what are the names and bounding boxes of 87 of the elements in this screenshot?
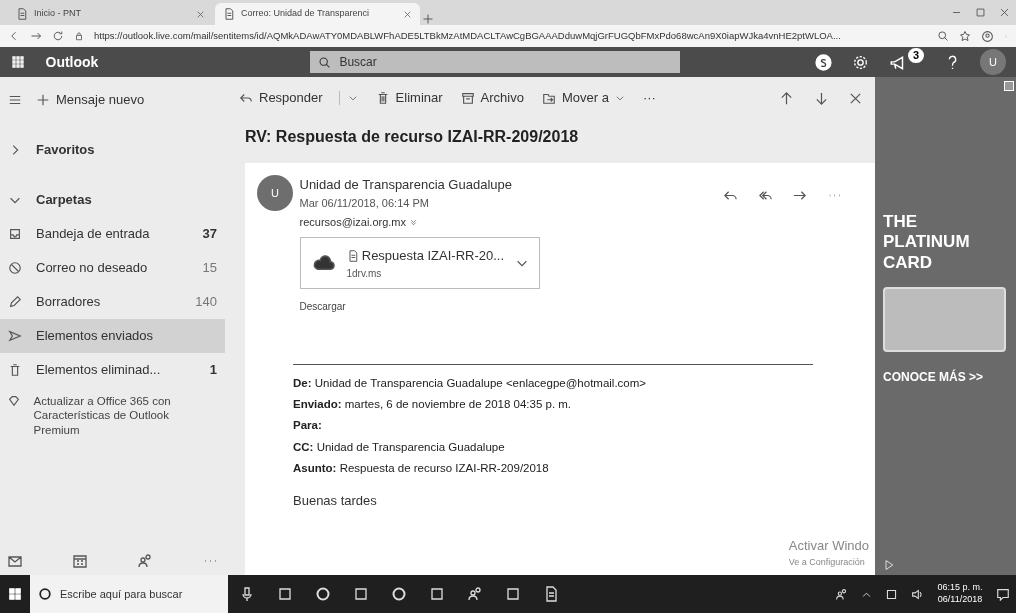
folder-item[interactable]: Bandeja de entrada 37 bbox=[0, 217, 225, 251]
app-launcher-icon[interactable] bbox=[10, 54, 26, 70]
send-icon bbox=[8, 329, 22, 343]
toolbar-button[interactable]: Eliminar bbox=[373, 86, 445, 110]
notification-badge: 3 bbox=[907, 48, 924, 64]
attachment-card[interactable]: Respuesta IZAI-RR-20... 1drv.ms bbox=[299, 237, 540, 290]
recipient-address: recursos@izai.org.mx bbox=[299, 215, 407, 231]
page-icon bbox=[16, 8, 28, 20]
header-line: CC: Unidad de Transparencia Guadalupe bbox=[293, 439, 506, 455]
download-link[interactable]: Descargar bbox=[299, 299, 346, 315]
folder-group-toggle[interactable]: Favoritos bbox=[0, 133, 225, 167]
header-line: Enviado: martes, 6 de noviembre de 2018 04:35 p. m. bbox=[293, 397, 573, 412]
refresh-icon[interactable] bbox=[52, 30, 64, 42]
message-subject: RV: Respuesta de recurso IZAI-RR-209/2018 bbox=[244, 127, 580, 147]
volume-icon[interactable] bbox=[911, 587, 925, 601]
browser-tab[interactable]: Inicio - PNT bbox=[8, 3, 213, 25]
header-line: Para: bbox=[293, 418, 323, 434]
toolbar-button[interactable]: Archivo bbox=[458, 86, 526, 110]
header-line: Asunto: Respuesta de recurso IZAI-RR-209/2018 bbox=[293, 460, 550, 476]
app-title: Outlook bbox=[45, 52, 99, 72]
plus-icon bbox=[36, 93, 50, 107]
calendar-icon[interactable] bbox=[71, 552, 88, 569]
ad-title: THE PLATINUM CARD bbox=[883, 212, 971, 274]
header-line: De: Unidad de Transparencia Guadalupe <enlacegpe@hotmail.com> bbox=[293, 375, 648, 391]
close-icon[interactable] bbox=[998, 7, 1010, 18]
browser-icon[interactable] bbox=[391, 586, 407, 602]
toolbar-button[interactable]: Responder bbox=[237, 86, 325, 110]
sender-avatar: U bbox=[257, 175, 293, 211]
toolbar-button[interactable]: Mover a bbox=[539, 86, 627, 110]
lock-icon bbox=[74, 31, 84, 41]
caret-icon bbox=[347, 93, 358, 103]
browser-tab[interactable]: Correo: Unidad de Transparenci bbox=[215, 3, 420, 25]
folder-item[interactable]: Correo no deseado 15 bbox=[0, 251, 225, 285]
search-circle-icon bbox=[38, 587, 52, 601]
clock-time: 06:15 p. m. bbox=[937, 582, 983, 594]
diamond-icon bbox=[6, 393, 21, 408]
ad-info-icon[interactable] bbox=[1004, 81, 1014, 91]
new-message-button[interactable]: Mensaje nuevo bbox=[0, 83, 225, 117]
browser-icon[interactable] bbox=[315, 586, 331, 602]
document-icon bbox=[346, 249, 359, 262]
ad-banner[interactable]: THE PLATINUM CARD CONOCE MÁS >> bbox=[875, 77, 1016, 575]
activation-title: Activar Windo bbox=[788, 537, 869, 555]
inbox-icon bbox=[8, 227, 22, 241]
expand-icon[interactable] bbox=[409, 218, 419, 227]
notification-icon[interactable] bbox=[995, 587, 1010, 601]
play-icon[interactable] bbox=[883, 559, 895, 571]
folder-item[interactable]: Elementos enviados bbox=[0, 319, 225, 353]
settings-icon[interactable] bbox=[851, 53, 869, 71]
caret-icon bbox=[614, 93, 625, 103]
taskbar-search-field[interactable]: Escribe aquí para buscar bbox=[30, 575, 228, 613]
reply-icon bbox=[239, 91, 253, 105]
maximize-icon[interactable] bbox=[974, 7, 986, 18]
folder-move-icon bbox=[541, 91, 556, 105]
star-icon[interactable] bbox=[959, 30, 971, 42]
page-icon bbox=[223, 8, 235, 20]
windows-start-icon[interactable] bbox=[8, 587, 22, 601]
microphone-icon[interactable] bbox=[239, 586, 255, 602]
activation-hint: Ve a Configuración bbox=[788, 555, 866, 569]
plus-icon[interactable] bbox=[422, 13, 434, 25]
close-icon[interactable] bbox=[196, 9, 205, 19]
document-icon[interactable] bbox=[543, 586, 559, 602]
search-icon bbox=[318, 55, 332, 69]
upgrade-link[interactable]: Actualizar a Office 365 con Características de Outlook Premium bbox=[33, 393, 174, 439]
attachment-source: 1drv.ms bbox=[346, 266, 383, 281]
user-avatar[interactable]: U bbox=[980, 49, 1006, 75]
sender-name: Unidad de Transparencia Guadalupe bbox=[299, 176, 513, 194]
attachment-name: Respuesta IZAI-RR-20... bbox=[361, 247, 505, 265]
blocked-icon bbox=[8, 261, 22, 275]
folder-item[interactable]: Borradores 140 bbox=[0, 285, 225, 319]
clock-date: 06/11/2018 bbox=[937, 594, 983, 606]
more-button[interactable]: ··· bbox=[640, 86, 658, 110]
ad-cta-link[interactable]: CONOCE MÁS >> bbox=[883, 368, 1006, 387]
zoom-icon[interactable] bbox=[937, 30, 949, 42]
trash-icon bbox=[8, 363, 22, 377]
people-icon[interactable] bbox=[137, 552, 154, 569]
up-arrow-icon[interactable] bbox=[779, 90, 794, 106]
pencil-icon bbox=[8, 295, 22, 309]
message-date: Mar 06/11/2018, 06:14 PM bbox=[299, 195, 430, 211]
archive-icon bbox=[460, 91, 475, 105]
skype-icon[interactable] bbox=[815, 53, 832, 71]
people-icon[interactable] bbox=[835, 587, 849, 601]
folder-item[interactable]: Elementos eliminad... 1 bbox=[0, 353, 225, 387]
greeting-text: Buenas tardes bbox=[293, 492, 378, 510]
search-field[interactable]: Buscar bbox=[310, 51, 681, 73]
close-icon[interactable] bbox=[403, 9, 412, 19]
folder-group-toggle[interactable]: Carpetas bbox=[0, 183, 225, 217]
account-icon[interactable] bbox=[981, 29, 994, 43]
